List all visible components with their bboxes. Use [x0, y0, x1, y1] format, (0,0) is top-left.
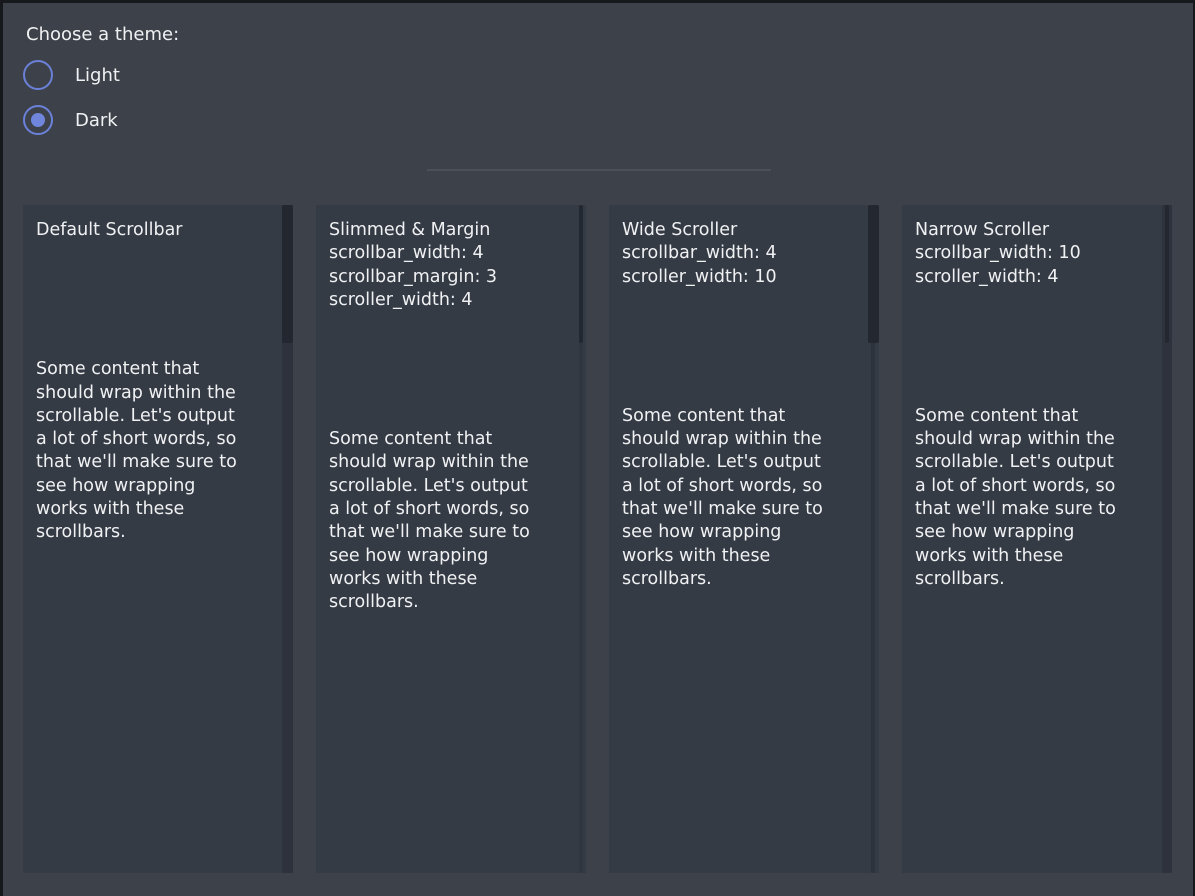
divider: [427, 169, 771, 171]
theme-chooser-label: Choose a theme:: [26, 24, 179, 45]
panel-title: Slimmed & Margin: [329, 219, 573, 242]
radio-option-label[interactable]: Light: [75, 65, 120, 86]
radio-option-light[interactable]: Light: [23, 60, 120, 90]
scrollbar-thumb[interactable]: [868, 205, 879, 343]
panel-title: Narrow Scroller: [915, 219, 1159, 242]
panel-body-text: Some content that should wrap within the…: [36, 358, 280, 544]
radio-button-icon[interactable]: [23, 60, 53, 90]
panel-body-text: Some content that should wrap within the…: [915, 405, 1159, 591]
radio-option-dark[interactable]: Dark: [23, 105, 118, 135]
scroll-panel-slimmed-margin[interactable]: Slimmed & Margin scrollbar_width: 4 scro…: [316, 205, 586, 873]
panel-params: scrollbar_width: 4 scroller_width: 10: [622, 242, 866, 289]
scroll-panel-default[interactable]: Default Scrollbar Some content that shou…: [23, 205, 293, 873]
panel-params: scrollbar_width: 4 scrollbar_margin: 3 s…: [329, 242, 573, 312]
window-frame-top-edge: [0, 0, 1195, 3]
scroll-panel-narrow-scroller[interactable]: Narrow Scroller scrollbar_width: 10 scro…: [902, 205, 1172, 873]
scrollbar-thumb[interactable]: [579, 205, 583, 343]
window-frame-left-edge: [0, 0, 3, 896]
radio-button-icon[interactable]: [23, 105, 53, 135]
radio-option-label[interactable]: Dark: [75, 110, 118, 131]
scrollbar-thumb[interactable]: [282, 205, 293, 343]
scrollbar-thumb[interactable]: [1165, 205, 1169, 343]
panel-title: Wide Scroller: [622, 219, 866, 242]
radio-selected-dot: [31, 113, 45, 127]
panel-title: Default Scrollbar: [36, 219, 280, 242]
scroll-panel-wide-scroller[interactable]: Wide Scroller scrollbar_width: 4 scrolle…: [609, 205, 879, 873]
panel-params: scrollbar_width: 10 scroller_width: 4: [915, 242, 1159, 289]
panel-body-text: Some content that should wrap within the…: [329, 428, 573, 614]
panel-body-text: Some content that should wrap within the…: [622, 405, 866, 591]
